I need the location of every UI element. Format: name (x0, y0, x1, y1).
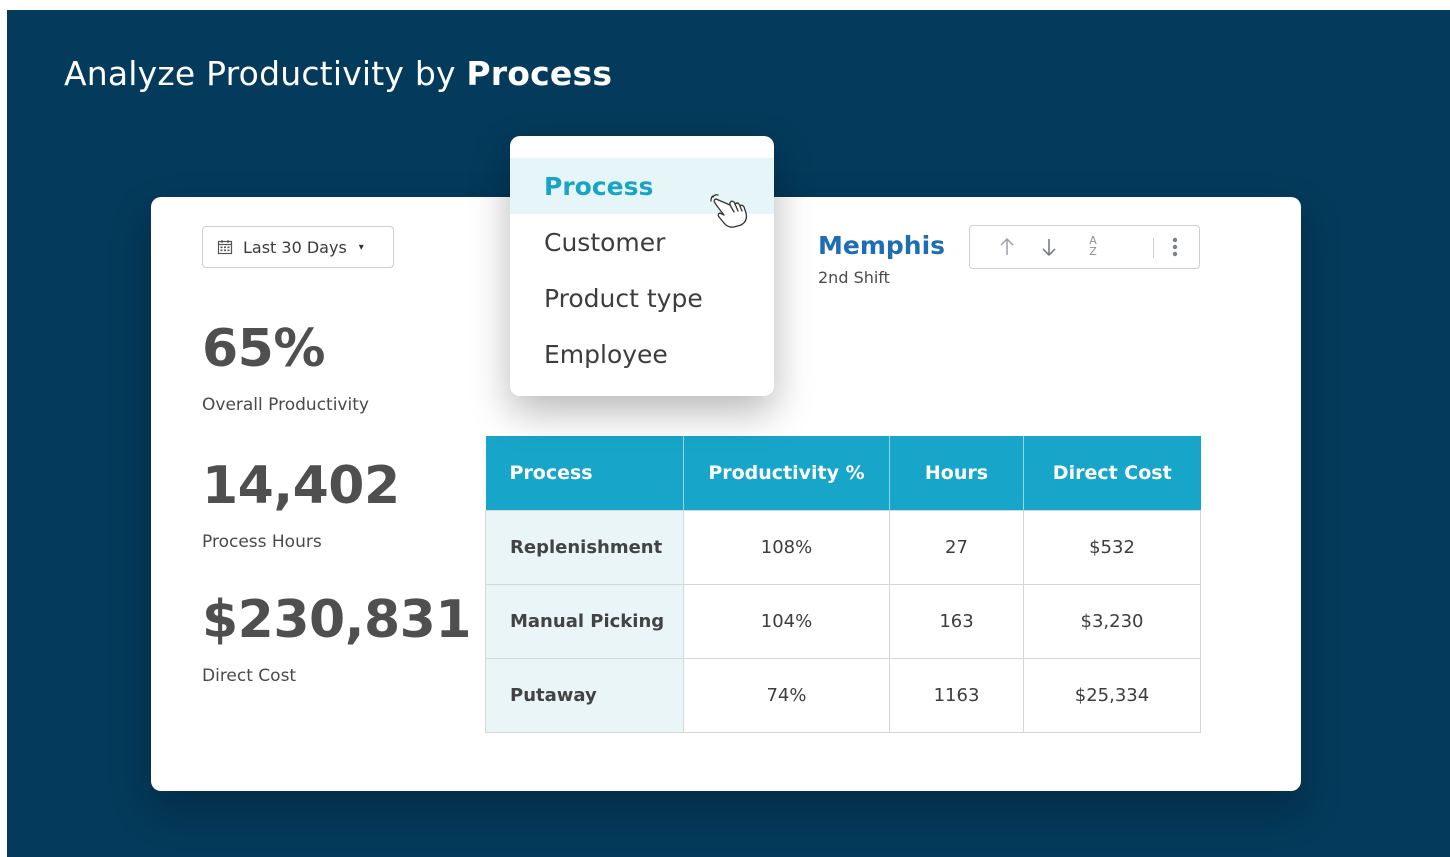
page-title-prefix: Analyze Productivity by (64, 54, 467, 93)
more-vertical-icon[interactable] (1168, 236, 1182, 258)
table-cell-direct-cost: $532 (1023, 510, 1201, 585)
location-shift: 2nd Shift (818, 268, 890, 287)
location-header: Memphis 2nd Shift (818, 231, 945, 287)
kpi-value: 14,402 (202, 456, 400, 516)
table-header-row: Process Productivity % Hours Direct Cost (485, 436, 1201, 511)
table-row[interactable]: Putaway 74% 1163 $25,334 (485, 658, 1201, 733)
calendar-icon (217, 240, 233, 255)
sort-ascending-icon[interactable] (996, 236, 1018, 258)
column-header-productivity[interactable]: Productivity % (683, 436, 890, 511)
kpi-label: Process Hours (202, 532, 322, 552)
kpi-label: Overall Productivity (202, 395, 369, 415)
toolbar-divider (1153, 238, 1154, 258)
column-header-process[interactable]: Process (485, 436, 684, 511)
table-cell-hours: 27 (889, 510, 1024, 585)
kpi-value: 65% (202, 319, 325, 379)
column-header-hours[interactable]: Hours (889, 436, 1024, 511)
sort-toolbar: A Z (969, 225, 1200, 269)
table-cell-process: Replenishment (485, 510, 684, 585)
page-title-emphasis: Process (466, 54, 613, 93)
table-cell-productivity: 74% (683, 658, 890, 733)
chevron-down-icon: ▾ (358, 241, 364, 253)
sort-alpha-bottom: Z (1089, 245, 1097, 258)
table-cell-direct-cost: $25,334 (1023, 658, 1201, 733)
table-cell-hours: 1163 (889, 658, 1024, 733)
column-header-direct-cost[interactable]: Direct Cost (1023, 436, 1201, 511)
table-cell-hours: 163 (889, 584, 1024, 659)
table-cell-productivity: 104% (683, 584, 890, 659)
page-title: Analyze Productivity by Process (64, 54, 612, 93)
kpi-label: Direct Cost (202, 666, 297, 686)
kpi-value: $230,831 (202, 590, 472, 650)
location-city: Memphis (818, 231, 946, 260)
menu-item-employee[interactable]: Employee (510, 326, 774, 382)
table-cell-process: Manual Picking (485, 584, 684, 659)
process-table: Process Productivity % Hours Direct Cost… (485, 436, 1201, 733)
sort-descending-icon[interactable] (1038, 236, 1060, 258)
kpi-process-hours: 14,402 Process Hours (202, 460, 400, 552)
sort-alpha-icon[interactable]: A Z (1082, 235, 1104, 257)
table-row[interactable]: Replenishment 108% 27 $532 (485, 510, 1201, 585)
hand-pointer-icon (710, 194, 748, 228)
menu-item-product-type[interactable]: Product type (510, 270, 774, 326)
date-range-dropdown[interactable]: Last 30 Days ▾ (202, 226, 394, 268)
page-background: Analyze Productivity by Process Last 30 … (7, 10, 1450, 857)
kpi-direct-cost: $230,831 Direct Cost (202, 590, 472, 686)
table-cell-process: Putaway (485, 658, 684, 733)
group-by-menu: Process Customer Product type Employee (510, 136, 774, 396)
table-cell-productivity: 108% (683, 510, 890, 585)
table-row[interactable]: Manual Picking 104% 163 $3,230 (485, 584, 1201, 659)
table-cell-direct-cost: $3,230 (1023, 584, 1201, 659)
kpi-overall-productivity: 65% Overall Productivity (202, 323, 369, 415)
date-range-label: Last 30 Days (243, 237, 347, 257)
